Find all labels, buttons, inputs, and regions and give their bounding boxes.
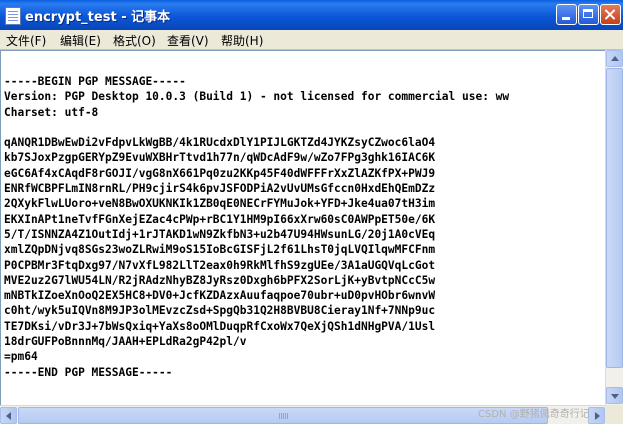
notepad-window: encrypt_test - 记事本 文件(F) 编辑(E) 格式(O) 查看(…: [0, 0, 623, 424]
vertical-scrollbar[interactable]: [605, 50, 623, 405]
notepad-icon[interactable]: [5, 7, 21, 25]
menu-file[interactable]: 文件(F): [6, 32, 46, 49]
menu-view[interactable]: 查看(V): [167, 32, 209, 49]
scroll-left-button[interactable]: [0, 407, 17, 424]
menu-edit[interactable]: 编辑(E): [60, 32, 101, 49]
vertical-scroll-thumb[interactable]: [606, 68, 623, 368]
menu-help[interactable]: 帮助(H): [221, 32, 263, 49]
minimize-button[interactable]: [556, 4, 577, 25]
close-icon: [601, 5, 620, 24]
arrow-left-icon: [6, 412, 11, 420]
size-grip[interactable]: [605, 405, 623, 424]
minimize-icon: [562, 17, 570, 20]
text-editor-area[interactable]: -----BEGIN PGP MESSAGE----- Version: PGP…: [0, 50, 605, 405]
menu-bar: 文件(F) 编辑(E) 格式(O) 查看(V) 帮助(H): [0, 30, 623, 50]
horizontal-scroll-thumb[interactable]: [18, 407, 548, 424]
window-title: encrypt_test - 记事本: [25, 10, 171, 25]
title-bar[interactable]: encrypt_test - 记事本: [0, 0, 623, 30]
scroll-down-button[interactable]: [606, 387, 623, 404]
document-text[interactable]: -----BEGIN PGP MESSAGE----- Version: PGP…: [4, 74, 509, 380]
maximize-button[interactable]: [578, 4, 599, 25]
close-button[interactable]: [600, 4, 621, 25]
arrow-up-icon: [611, 56, 619, 61]
watermark-text: CSDN @野猪佩奇奇行记: [478, 409, 590, 420]
scroll-right-button[interactable]: [588, 407, 605, 424]
menu-format[interactable]: 格式(O): [113, 32, 156, 49]
arrow-down-icon: [611, 394, 619, 399]
maximize-icon: [583, 9, 593, 18]
grip-icon: [279, 413, 289, 419]
arrow-right-icon: [595, 412, 600, 420]
scroll-up-button[interactable]: [606, 50, 623, 67]
